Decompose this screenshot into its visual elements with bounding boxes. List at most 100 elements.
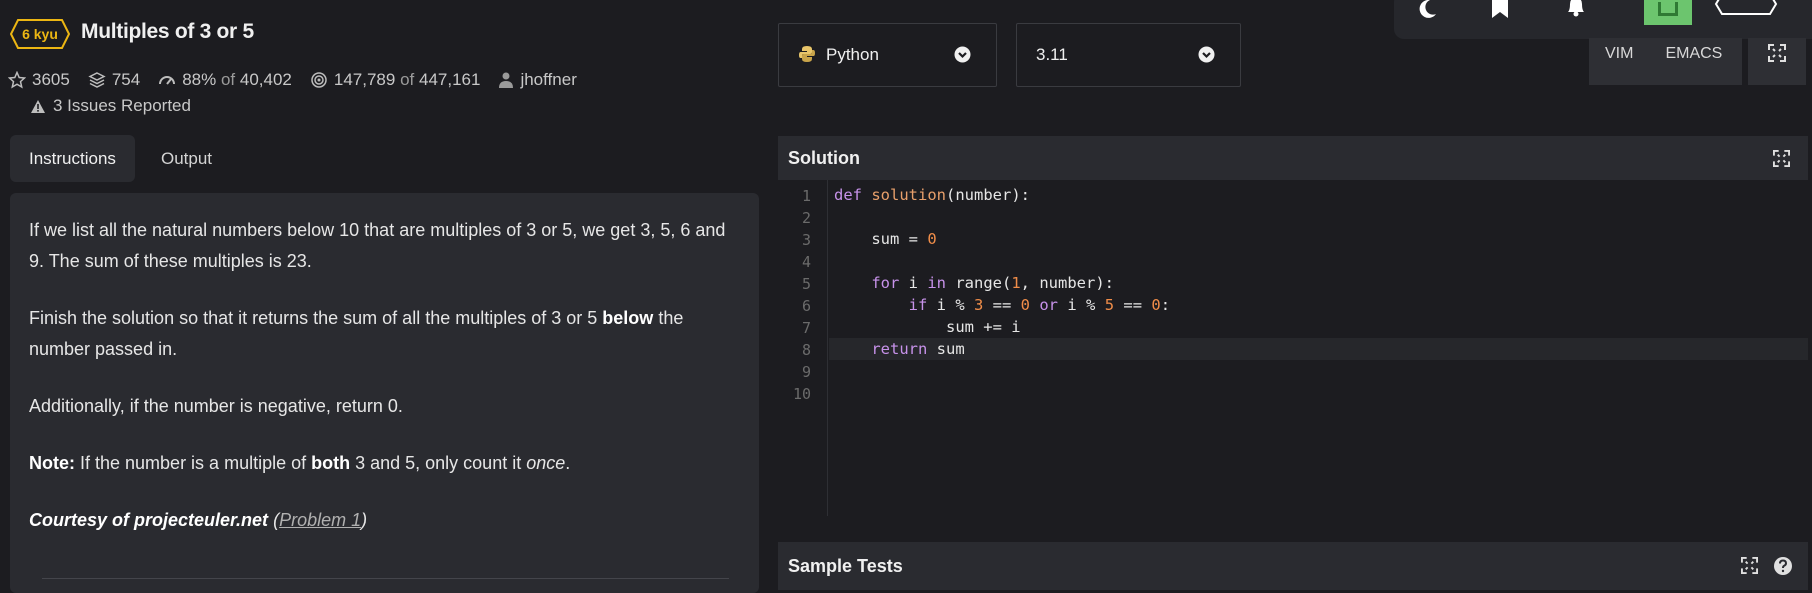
keymap-toggle: VIM EMACS: [1589, 38, 1742, 85]
description-paragraph-3: Additionally, if the number is negative,…: [29, 396, 403, 416]
code-text: ==: [1114, 296, 1152, 314]
code-line-3: sum = 0: [834, 228, 936, 250]
description-paragraph-1: If we list all the natural numbers below…: [29, 220, 726, 271]
fullscreen-icon[interactable]: [1773, 150, 1790, 167]
code-text: (number):: [946, 186, 1030, 204]
code-number: 3: [974, 296, 984, 314]
description-text: (: [268, 510, 280, 530]
votes-count: 40,402: [239, 70, 292, 89]
chevron-down-icon: [1198, 46, 1215, 63]
completions-count: 147,789: [333, 70, 396, 89]
version-select[interactable]: 3.11: [1016, 23, 1241, 87]
code-number: 0: [1020, 296, 1031, 314]
description-paragraph-2: Finish the solution so that it returns t…: [29, 303, 740, 365]
code-text: , number):: [1020, 274, 1114, 292]
kata-stats: 3605 754 88% of 40,402 147,789 of 447,16…: [8, 68, 595, 92]
star-icon: [8, 71, 26, 89]
issues-link[interactable]: 3 Issues Reported: [30, 96, 191, 116]
kata-info-panel: 6 kyu Multiples of 3 or 5 3605 754 88% o…: [0, 0, 770, 593]
code-number: 5: [1104, 296, 1115, 314]
collections-icon: [88, 72, 106, 88]
problem-link[interactable]: Problem 1: [279, 510, 361, 530]
warning-icon: [31, 99, 45, 113]
description-bold: below: [602, 308, 654, 328]
author-name[interactable]: jhoffner: [520, 70, 576, 90]
code-line-8: return sum: [834, 338, 964, 360]
issues-label: 3 Issues Reported: [53, 96, 191, 115]
description-text: .: [565, 453, 571, 473]
note-label: Note:: [29, 453, 75, 473]
line-gutter: 1 2 3 4 5 6 7 8 9 10: [778, 180, 828, 516]
description-bold: both: [311, 453, 351, 473]
code-keyword: if: [834, 296, 928, 314]
solution-title: Solution: [788, 148, 860, 168]
code-line-6: if i % 3 == 0 or i % 5 == 0:: [834, 294, 1170, 316]
solution-header: Solution: [778, 136, 1808, 181]
bell-icon[interactable]: [1564, 0, 1588, 18]
completions-of: of: [400, 70, 415, 89]
line-number: 8: [801, 341, 811, 359]
code-keyword: or: [1030, 296, 1059, 314]
code-line-5: for i in range(1, number):: [834, 272, 1114, 294]
code-keyword: def: [834, 186, 862, 204]
stars-stat[interactable]: 3605: [8, 70, 70, 90]
description-text: If the number is a multiple of: [75, 453, 312, 473]
moon-icon[interactable]: [1416, 0, 1438, 20]
fullscreen-icon[interactable]: [1741, 557, 1758, 574]
language-select[interactable]: Python: [778, 23, 997, 87]
courtesy-text: Courtesy of projecteuler.net: [29, 510, 269, 530]
divider: [42, 578, 729, 579]
rank-pill-icon[interactable]: [1714, 0, 1778, 16]
top-toolbar: [1394, 0, 1812, 39]
vim-button[interactable]: VIM: [1605, 45, 1633, 63]
help-icon[interactable]: [1773, 556, 1793, 576]
avatar-icon[interactable]: [1644, 0, 1692, 25]
satisfaction-icon: [159, 76, 176, 85]
code-keyword: for: [834, 274, 900, 292]
line-number: 5: [801, 275, 811, 293]
attempts-count: 447,161: [419, 70, 481, 89]
satisfaction-rate: 88%: [182, 70, 217, 89]
code-editor[interactable]: 1 2 3 4 5 6 7 8 9 10 def solution(number…: [778, 180, 1808, 516]
description-text: ): [361, 510, 368, 530]
satisfaction-stat: 88% of 40,402: [158, 70, 292, 90]
author-stat[interactable]: jhoffner: [498, 70, 577, 90]
language-value: Python: [826, 45, 879, 64]
fullscreen-icon: [1768, 44, 1786, 62]
description-text: Finish the solution so that it returns t…: [29, 308, 603, 328]
description-text: 3 and 5, only count it: [350, 453, 527, 473]
code-number: 0: [1151, 296, 1161, 314]
emacs-button[interactable]: EMACS: [1665, 45, 1722, 63]
code-text: ==: [983, 296, 1021, 314]
code-keyword: return: [834, 340, 928, 358]
code-number: 1: [1011, 274, 1021, 292]
tab-instructions[interactable]: Instructions: [10, 135, 135, 182]
instructions-content: If we list all the natural numbers below…: [10, 193, 759, 593]
python-icon: [799, 46, 815, 62]
collections-count: 754: [111, 70, 141, 89]
code-text: i: [899, 274, 928, 292]
sample-tests-title: Sample Tests: [788, 556, 903, 576]
code-line-1: def solution(number):: [834, 184, 1030, 206]
code-keyword: in: [927, 274, 946, 292]
sample-tests-header: Sample Tests: [778, 542, 1808, 590]
code-text: range(: [946, 274, 1012, 292]
bookmark-icon[interactable]: [1490, 0, 1510, 20]
version-value: 3.11: [1036, 45, 1068, 64]
line-number: 4: [801, 253, 811, 271]
description-italic: once: [526, 453, 566, 473]
line-number: 6: [801, 297, 811, 315]
line-number: 9: [801, 363, 811, 381]
collections-stat: 754: [88, 70, 140, 90]
description-note: Note: If the number is a multiple of bot…: [29, 448, 740, 479]
code-text: sum =: [834, 230, 928, 248]
code-text: i %: [1058, 296, 1105, 314]
line-number: 2: [801, 209, 811, 227]
fullscreen-button[interactable]: [1748, 38, 1806, 85]
tab-output[interactable]: Output: [142, 135, 231, 182]
active-line-highlight: [829, 338, 1808, 360]
rank-badge: 6 kyu: [10, 19, 70, 49]
line-number: 10: [792, 385, 811, 403]
description-courtesy: Courtesy of projecteuler.net (Problem 1): [29, 505, 740, 536]
line-number: 7: [801, 319, 811, 337]
